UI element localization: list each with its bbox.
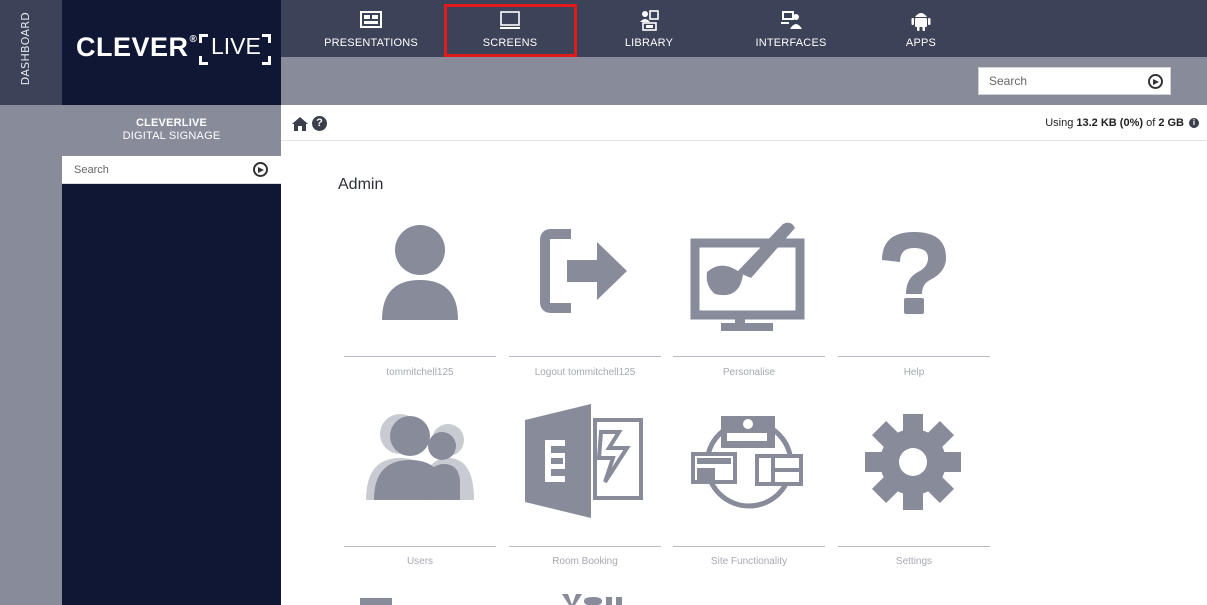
breadcrumb: ? Using 13.2 KB (0%) of 2 GB i [281,105,1207,141]
home-icon[interactable] [292,117,308,131]
tile-label: Room Booking [552,556,618,567]
tile-label: Personalise [722,367,776,378]
bracket-bottom-left [199,56,208,65]
app-window: DASHBOARD CLEVER® LIVE PRESENTATIONS SCR [0,0,1207,605]
exchange-icon [525,404,643,518]
user-icon [382,225,458,320]
tile-divider [509,356,661,357]
tile-personalise[interactable]: Personalise [673,210,825,380]
brand-live: LIVE [211,33,261,59]
sidebar-title: CLEVERLIVE [135,117,208,129]
question-circle-icon[interactable]: ? [312,116,327,131]
nav-interfaces-label: INTERFACES [755,37,827,49]
dashboard-tab[interactable]: DASHBOARD [0,0,62,105]
tile-profile[interactable]: tommitchell125 [344,210,496,380]
tile-users[interactable]: Users [344,400,496,570]
tile-label: Help [903,367,925,378]
gear-icon [865,414,961,510]
interfaces-icon [781,11,802,29]
tile-divider [344,356,496,357]
tile-divider [838,546,990,547]
bracket-bottom-right [262,56,271,65]
logout-icon [540,229,627,313]
sidebar-search-go-icon[interactable] [253,162,268,177]
tile-room-booking[interactable]: Room Booking [509,400,661,570]
presentations-icon [360,11,382,28]
tile-label: tommitchell125 [386,367,454,378]
storage-usage: Using 13.2 KB (0%) of 2 GB [1045,117,1184,129]
help-icon [882,232,946,314]
tile-label: Settings [895,556,933,567]
sidebar: CLEVERLIVE DIGITAL SIGNAGE [62,105,281,605]
search-go-icon[interactable] [1148,74,1163,89]
users-icon [366,414,474,500]
tile-help[interactable]: Help [838,210,990,380]
nav-presentations[interactable]: PRESENTATIONS [321,0,421,57]
nav-presentations-label: PRESENTATIONS [324,37,418,49]
sidebar-subtitle: DIGITAL SIGNAGE [122,130,221,142]
tile-divider [344,546,496,547]
sidebar-search-input[interactable] [62,156,232,183]
bracket-top-left [199,34,208,43]
tile-label: Users [406,556,434,567]
personalise-icon [690,222,805,331]
top-search-input[interactable] [979,68,1129,94]
partial-tile-icon [562,594,622,605]
sidebar-header: CLEVERLIVE DIGITAL SIGNAGE [62,105,281,156]
tile-label: Site Functionality [710,556,788,567]
partial-tile-icon [360,598,392,605]
tile-label: Logout tommitchell125 [534,367,636,378]
top-navigation: PRESENTATIONS SCREENS LIBRARY INTERFACES… [281,0,1207,57]
bracket-top-right [262,34,271,43]
page-title: Admin [338,176,384,193]
top-search-bar [281,57,1207,105]
site-functionality-icon [691,416,803,509]
android-icon [911,13,931,31]
sidebar-search-box [62,156,281,184]
nav-interfaces[interactable]: INTERFACES [736,0,846,57]
brand-logo[interactable]: CLEVER® LIVE [62,0,281,105]
nav-library[interactable]: LIBRARY [599,0,699,57]
tile-logout[interactable]: Logout tommitchell125 [509,210,661,380]
top-search-box [978,67,1171,95]
tile-divider [509,546,661,547]
library-icon [640,10,659,31]
screens-highlight-box [444,4,577,57]
tile-divider [673,546,825,547]
nav-library-label: LIBRARY [624,37,674,49]
nav-apps[interactable]: APPS [871,0,971,57]
tile-divider [673,356,825,357]
brand-name: CLEVER® [76,32,198,62]
tile-divider [838,356,990,357]
info-icon[interactable]: i [1189,118,1199,128]
dashboard-strip [0,105,62,605]
dashboard-label: DASHBOARD [19,12,32,86]
tile-settings[interactable]: Settings [838,400,990,570]
nav-apps-label: APPS [905,37,937,49]
tile-site-functionality[interactable]: Site Functionality [673,400,825,570]
